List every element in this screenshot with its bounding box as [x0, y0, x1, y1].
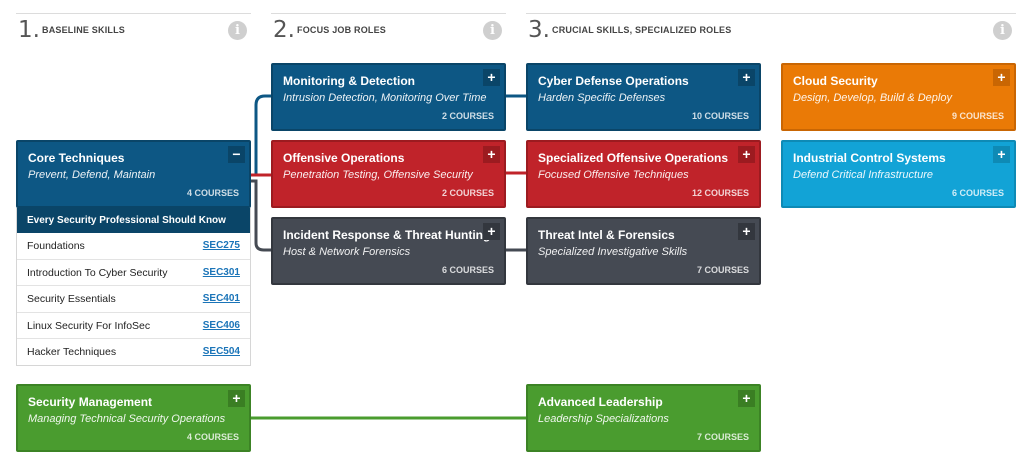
- course-code-link[interactable]: SEC275: [203, 240, 240, 251]
- expand-icon[interactable]: +: [483, 146, 500, 163]
- card-cyber-defense-operations[interactable]: Cyber Defense Operations Harden Specific…: [526, 63, 761, 131]
- course-count: 4 COURSES: [186, 432, 239, 442]
- course-count: 2 COURSES: [441, 111, 494, 121]
- course-code-link[interactable]: SEC401: [203, 293, 240, 304]
- course-count: 6 COURSES: [951, 188, 1004, 198]
- course-row: Linux Security For InfoSec SEC406: [17, 313, 250, 340]
- card-title: Offensive Operations: [283, 151, 405, 165]
- card-subtitle: Specialized Investigative Skills: [538, 246, 688, 258]
- card-subtitle: Defend Critical Infrastructure: [793, 169, 933, 181]
- card-title: Monitoring & Detection: [283, 74, 415, 88]
- card-offensive-operations[interactable]: Offensive Operations Penetration Testing…: [271, 140, 506, 208]
- course-name: Foundations: [27, 240, 85, 252]
- card-cloud-security[interactable]: Cloud Security Design, Develop, Build & …: [781, 63, 1016, 131]
- course-count: 7 COURSES: [696, 432, 749, 442]
- expand-icon[interactable]: +: [738, 223, 755, 240]
- card-threat-intel-forensics[interactable]: Threat Intel & Forensics Specialized Inv…: [526, 217, 761, 285]
- course-code-link[interactable]: SEC406: [203, 320, 240, 331]
- card-title: Security Management: [28, 395, 153, 409]
- course-name: Introduction To Cyber Security: [27, 266, 168, 279]
- course-count: 4 COURSES: [186, 188, 239, 198]
- card-subtitle: Design, Develop, Build & Deploy: [793, 92, 952, 104]
- expand-icon[interactable]: +: [483, 69, 500, 86]
- card-subtitle: Managing Technical Security Operations: [28, 413, 226, 425]
- panel-header: Every Security Professional Should Know: [17, 208, 250, 233]
- core-courses-panel: Every Security Professional Should Know …: [16, 208, 251, 366]
- card-monitoring-detection[interactable]: Monitoring & Detection Intrusion Detecti…: [271, 63, 506, 131]
- course-name: Security Essentials: [27, 293, 116, 306]
- course-count: 10 COURSES: [691, 111, 749, 121]
- card-title: Core Techniques: [28, 151, 125, 165]
- card-title: Advanced Leadership: [538, 395, 663, 409]
- card-title: Threat Intel & Forensics: [538, 228, 675, 242]
- card-security-management[interactable]: Security Management Managing Technical S…: [16, 384, 251, 452]
- course-row: Introduction To Cyber Security SEC301: [17, 260, 250, 287]
- card-subtitle: Prevent, Defend, Maintain: [28, 169, 156, 181]
- connector-core-incident: [251, 179, 271, 252]
- course-count: 2 COURSES: [441, 188, 494, 198]
- course-code-link[interactable]: SEC301: [203, 267, 240, 278]
- card-subtitle: Host & Network Forensics: [283, 246, 411, 258]
- expand-icon[interactable]: +: [993, 146, 1010, 163]
- course-count: 6 COURSES: [441, 265, 494, 275]
- course-count: 12 COURSES: [691, 188, 749, 198]
- card-title: Cyber Defense Operations: [538, 74, 689, 88]
- card-title: Cloud Security: [793, 74, 878, 88]
- course-row: Security Essentials SEC401: [17, 286, 250, 313]
- card-subtitle: Penetration Testing, Offensive Security: [283, 169, 473, 181]
- expand-icon[interactable]: +: [483, 223, 500, 240]
- card-subtitle: Intrusion Detection, Monitoring Over Tim…: [283, 92, 487, 104]
- card-title: Industrial Control Systems: [793, 151, 946, 165]
- card-title: Incident Response & Threat Hunting: [283, 228, 491, 242]
- course-name: Hacker Techniques: [27, 346, 117, 359]
- card-subtitle: Leadership Specializations: [538, 413, 669, 425]
- expand-icon[interactable]: +: [738, 390, 755, 407]
- card-industrial-control-systems[interactable]: Industrial Control Systems Defend Critic…: [781, 140, 1016, 208]
- course-row: Foundations SEC275: [17, 233, 250, 260]
- card-subtitle: Harden Specific Defenses: [538, 92, 666, 104]
- card-title: Specialized Offensive Operations: [538, 151, 729, 165]
- course-code-link[interactable]: SEC504: [203, 346, 240, 357]
- course-name: Linux Security For InfoSec: [27, 319, 151, 332]
- card-advanced-leadership[interactable]: Advanced Leadership Leadership Specializ…: [526, 384, 761, 452]
- card-incident-response[interactable]: Incident Response & Threat Hunting Host …: [271, 217, 506, 285]
- course-row: Hacker Techniques SEC504: [17, 339, 250, 366]
- collapse-icon[interactable]: −: [228, 146, 245, 163]
- course-count: 9 COURSES: [951, 111, 1004, 121]
- card-specialized-offensive-operations[interactable]: Specialized Offensive Operations Focused…: [526, 140, 761, 208]
- expand-icon[interactable]: +: [738, 146, 755, 163]
- expand-icon[interactable]: +: [738, 69, 755, 86]
- expand-icon[interactable]: +: [993, 69, 1010, 86]
- course-count: 7 COURSES: [696, 265, 749, 275]
- expand-icon[interactable]: +: [228, 390, 245, 407]
- connector-core-monitoring: [251, 94, 271, 177]
- card-subtitle: Focused Offensive Techniques: [538, 169, 689, 181]
- card-core-techniques[interactable]: Core Techniques Prevent, Defend, Maintai…: [16, 140, 251, 208]
